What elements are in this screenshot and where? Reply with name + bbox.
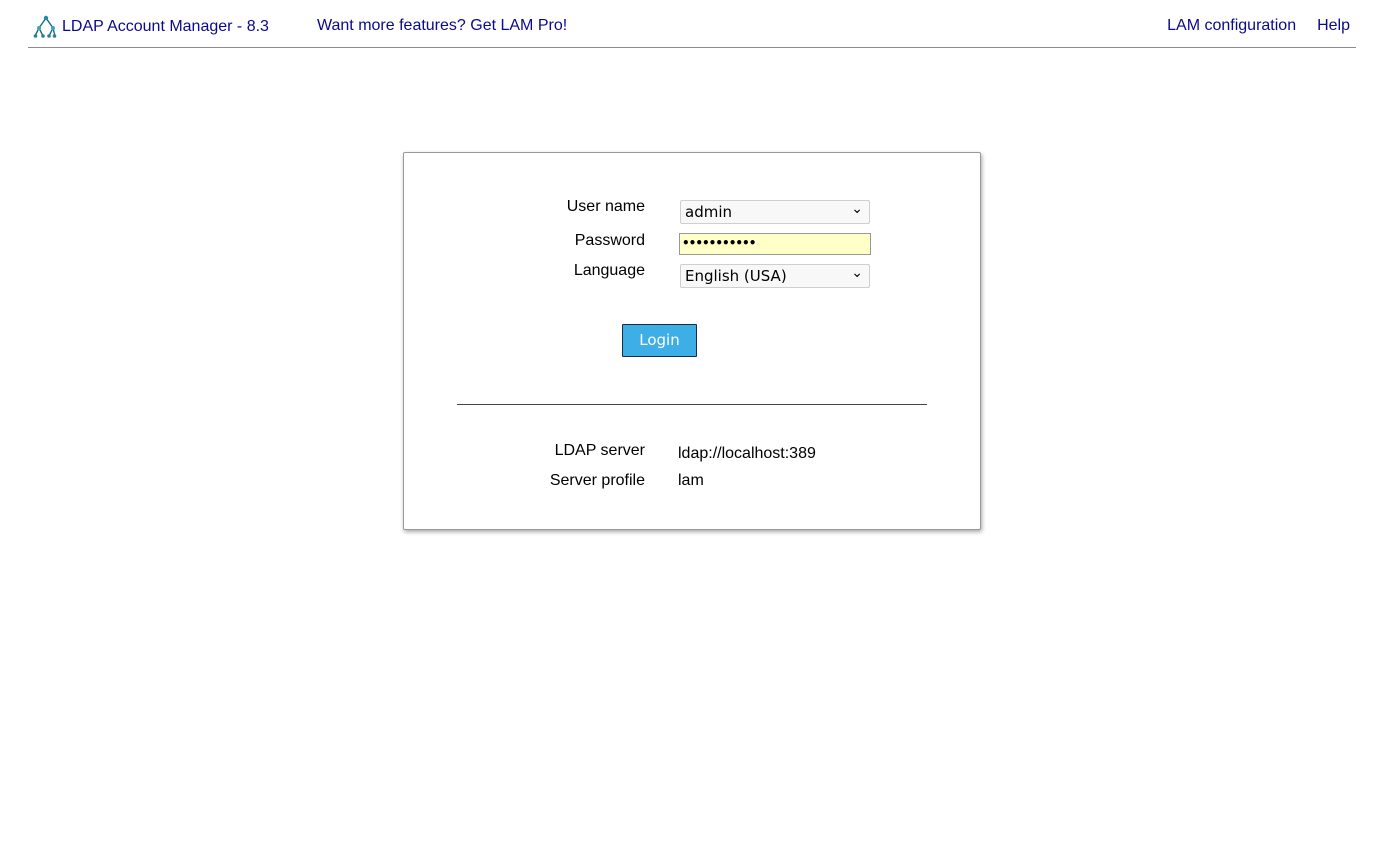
language-select[interactable]: English (USA) ⌄: [680, 264, 870, 288]
password-label: Password: [574, 232, 645, 249]
app-home-link[interactable]: LDAP Account Manager - 8.3: [33, 15, 269, 39]
help-link[interactable]: Help: [1317, 17, 1350, 35]
username-select[interactable]: admin ⌄: [680, 200, 870, 224]
server-profile-label: Server profile: [549, 472, 645, 489]
ldap-server-value: ldap://localhost:389: [678, 445, 816, 462]
app-title: LDAP Account Manager - 8.3: [62, 18, 269, 35]
username-label: User name: [566, 198, 645, 215]
lam-configuration-link[interactable]: LAM configuration: [1167, 17, 1296, 35]
password-input[interactable]: •••••••••••: [679, 233, 871, 255]
username-value: admin: [685, 203, 732, 221]
login-panel: User name admin ⌄ Password ••••••••••• L…: [403, 152, 981, 530]
ldap-tree-icon: [33, 15, 57, 38]
header-nav: LAM configuration Help: [1167, 17, 1350, 35]
top-header: LDAP Account Manager - 8.3 Want more fea…: [28, 0, 1356, 48]
login-button[interactable]: Login: [622, 324, 697, 357]
ldap-server-label: LDAP server: [554, 442, 645, 459]
chevron-down-icon: ⌄: [851, 201, 863, 217]
language-label: Language: [573, 262, 645, 279]
language-value: English (USA): [685, 267, 787, 285]
lam-pro-promo-link[interactable]: Want more features? Get LAM Pro!: [317, 17, 567, 35]
server-profile-value: lam: [678, 472, 704, 489]
chevron-down-icon: ⌄: [851, 265, 863, 281]
divider: [457, 404, 927, 405]
